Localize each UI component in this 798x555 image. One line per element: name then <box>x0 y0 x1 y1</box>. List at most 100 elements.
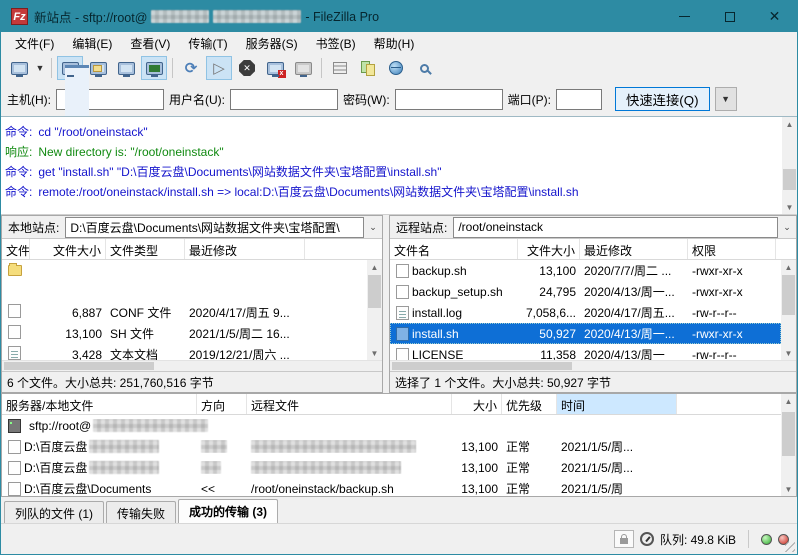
queue-col-priority[interactable]: 优先级 <box>502 394 557 414</box>
remote-list-scrollbar[interactable]: ▲▼ <box>781 260 796 360</box>
toggle-local-tree-button[interactable] <box>85 56 111 80</box>
local-status: 6 个文件。大小总共: 251,760,516 字节 <box>2 371 382 392</box>
username-label: 用户名(U): <box>169 91 225 108</box>
remote-path-combo[interactable]: /root/oneinstack <box>453 217 778 238</box>
quickconnect-dropdown[interactable]: ▼ <box>715 87 737 111</box>
remote-status: 选择了 1 个文件。大小总共: 50,927 字节 <box>390 371 796 392</box>
queue-transfer-row[interactable]: D:\百度云盘 13,100 正常 2021/1/5/周... <box>2 436 796 457</box>
cancel-icon: ✕ <box>239 60 255 76</box>
local-col-name[interactable]: ˆ文件名 <box>2 239 30 259</box>
local-file-row[interactable]: 3,428 文本文档 2019/12/21/周六 ... <box>2 344 367 360</box>
reconnect-button[interactable] <box>290 56 316 80</box>
toggle-message-log-button[interactable] <box>57 56 83 80</box>
synchronized-browsing-button[interactable] <box>383 56 409 80</box>
menu-edit[interactable]: 编辑(E) <box>64 33 120 54</box>
disconnect-button[interactable]: x <box>262 56 288 80</box>
tab-successful-transfers[interactable]: 成功的传输 (3) <box>178 499 278 523</box>
speed-limit-icon[interactable] <box>640 532 654 546</box>
local-col-type[interactable]: 文件类型 <box>106 239 185 259</box>
remote-col-modified[interactable]: 最近修改 <box>580 239 688 259</box>
toolbar-separator <box>172 58 173 78</box>
file-icon <box>396 327 409 341</box>
queue-transfer-row[interactable]: D:\百度云盘\Documents << /root/oneinstack/ba… <box>2 478 796 497</box>
remote-file-row[interactable]: install.log 7,058,6... 2020/4/17/周五... -… <box>390 302 781 323</box>
local-hscrollbar[interactable] <box>2 360 382 371</box>
menu-file[interactable]: 文件(F) <box>7 33 62 54</box>
lock-icon <box>620 538 628 544</box>
remote-col-size[interactable]: 文件大小 <box>518 239 580 259</box>
password-input[interactable] <box>395 89 503 110</box>
message-log: 命令:cd "/root/oneinstack" 响应:New director… <box>1 116 797 215</box>
remote-col-name[interactable]: 文件名ˆ <box>390 239 518 259</box>
queue-col-size[interactable]: 大小 <box>452 394 502 414</box>
censored-region <box>251 461 401 474</box>
tab-queued-files[interactable]: 列队的文件 (1) <box>4 501 104 523</box>
remote-col-perms[interactable]: 权限 <box>688 239 776 259</box>
window-title: 新站点 - sftp://root@ - FileZilla Pro <box>34 7 379 26</box>
remote-file-row-selected[interactable]: install.sh 50,927 2020/4/13/周一... -rwxr-… <box>390 323 781 344</box>
remote-file-row[interactable]: LICENSE 11,358 2020/4/13/周一 -rw-r--r-- <box>390 344 781 360</box>
lock-status-button[interactable] <box>614 530 634 548</box>
quickconnect-button[interactable]: 快速连接(Q) <box>615 87 710 111</box>
local-col-modified[interactable]: 最近修改 <box>185 239 305 259</box>
remote-col-spacer <box>776 239 796 259</box>
menu-transfer[interactable]: 传输(T) <box>180 33 235 54</box>
titlebar: Fz 新站点 - sftp://root@ - FileZilla Pro ✕ <box>1 1 797 32</box>
minimize-button[interactable] <box>662 1 707 32</box>
tab-failed-transfers[interactable]: 传输失败 <box>106 501 176 523</box>
log-scrollbar[interactable]: ▲▼ <box>782 117 797 214</box>
queue-transfer-row[interactable]: D:\百度云盘 13,100 正常 2021/1/5/周... <box>2 457 796 478</box>
queue-server-row[interactable]: sftp://root@ <box>2 415 796 436</box>
local-file-row[interactable]: 6,887 CONF 文件 2020/4/17/周五 9... <box>2 302 367 323</box>
log-line: 响应:New directory is: "/root/oneinstack" <box>5 142 777 162</box>
local-list-scrollbar[interactable]: ▲▼ <box>367 260 382 360</box>
queue-col-remote[interactable]: 远程文件 <box>247 394 452 414</box>
refresh-button[interactable]: ⟳ <box>178 56 204 80</box>
directory-comparison-button[interactable] <box>355 56 381 80</box>
local-file-row[interactable] <box>2 281 367 302</box>
queue-col-time[interactable]: 时间 <box>557 394 677 414</box>
queue-header: 服务器/本地文件 方向 远程文件 大小 优先级 时间 <box>2 394 796 415</box>
quickconnect-bar: 主机(H): 用户名(U): 密码(W): 端口(P): 快速连接(Q) ▼ <box>1 82 797 116</box>
queue-col-local[interactable]: 服务器/本地文件 <box>2 394 197 414</box>
close-button[interactable]: ✕ <box>752 1 797 32</box>
queue-scrollbar[interactable]: ▲▼ <box>781 394 796 496</box>
menu-view[interactable]: 查看(V) <box>122 33 178 54</box>
statusbar: 队列: 49.8 KiB <box>1 523 797 554</box>
directory-filters-button[interactable] <box>327 56 353 80</box>
resize-grip[interactable] <box>785 542 795 552</box>
cancel-operation-button[interactable]: ✕ <box>234 56 260 80</box>
menu-help[interactable]: 帮助(H) <box>366 33 423 54</box>
host-label: 主机(H): <box>7 91 51 108</box>
toggle-transfer-queue-button[interactable] <box>141 56 167 80</box>
local-file-row[interactable] <box>2 260 367 281</box>
disconnect-icon: x <box>267 62 284 75</box>
process-queue-button[interactable]: ▷ <box>206 56 232 80</box>
remote-file-row[interactable]: backup_setup.sh 24,795 2020/4/13/周一... -… <box>390 281 781 302</box>
file-icon <box>396 264 409 278</box>
server-icon <box>8 419 21 433</box>
toolbar-separator <box>51 58 52 78</box>
remote-hscrollbar[interactable] <box>390 360 796 371</box>
file-panes: 本地站点: D:\百度云盘\Documents\网站数据文件夹\宝塔配置\ ⌄ … <box>1 215 797 393</box>
menu-bookmarks[interactable]: 书签(B) <box>308 33 364 54</box>
toggle-remote-tree-button[interactable] <box>113 56 139 80</box>
remote-path-value: /root/oneinstack <box>458 220 543 234</box>
search-button[interactable] <box>411 56 437 80</box>
site-manager-button[interactable] <box>6 56 32 80</box>
refresh-icon: ⟳ <box>185 61 198 76</box>
local-col-size[interactable]: 文件大小 <box>30 239 106 259</box>
port-input[interactable] <box>556 89 602 110</box>
remote-file-row[interactable]: backup.sh 13,100 2020/7/7/周二 ... -rwxr-x… <box>390 260 781 281</box>
local-file-row[interactable]: 13,100 SH 文件 2021/1/5/周二 16... <box>2 323 367 344</box>
site-manager-dropdown[interactable]: ▼ <box>33 56 47 80</box>
username-input[interactable] <box>230 89 338 110</box>
folder-icon <box>8 265 22 276</box>
maximize-button[interactable] <box>707 1 752 32</box>
chevron-down-icon[interactable]: ⌄ <box>778 222 796 233</box>
queue-col-direction[interactable]: 方向 <box>197 394 247 414</box>
menu-server[interactable]: 服务器(S) <box>238 33 306 54</box>
local-path-combo[interactable]: D:\百度云盘\Documents\网站数据文件夹\宝塔配置\ <box>65 217 364 238</box>
chevron-down-icon[interactable]: ⌄ <box>364 222 382 233</box>
search-icon <box>420 64 429 73</box>
